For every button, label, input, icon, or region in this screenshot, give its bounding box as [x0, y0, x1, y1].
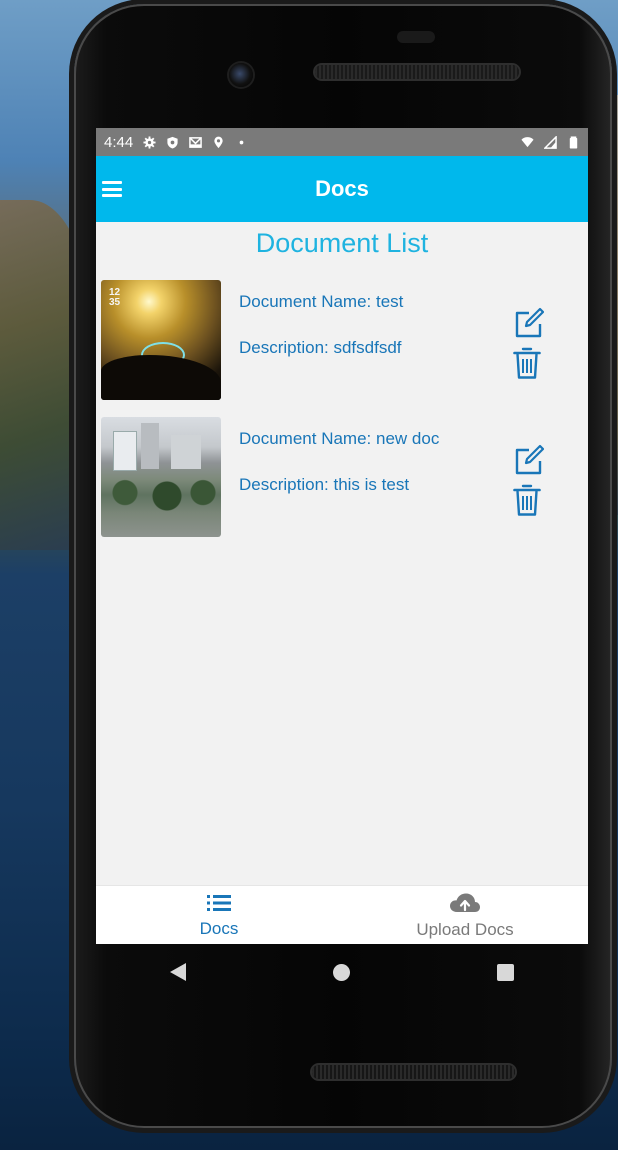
trash-icon[interactable] — [513, 483, 541, 517]
document-list: 12 35 Document Name: test Description: sd… — [96, 280, 588, 554]
tab-docs-label: Docs — [199, 918, 239, 938]
status-bar: 4:44 — [96, 128, 588, 156]
document-description: Description: sdfsdfsdf — [239, 338, 402, 357]
document-thumbnail[interactable] — [101, 417, 221, 537]
system-navigation-bar — [96, 944, 588, 1000]
document-card: Document Name: new doc Description: this… — [96, 417, 588, 554]
document-name: Document Name: new doc — [239, 429, 440, 448]
edit-icon[interactable] — [512, 307, 544, 339]
gear-icon — [143, 135, 156, 149]
back-icon[interactable] — [169, 963, 186, 981]
phone-screen: 4:44 Docs Document List 12 35 Document Na… — [96, 128, 588, 944]
document-name: Document Name: test — [239, 292, 404, 311]
hamburger-menu-icon[interactable] — [102, 181, 122, 197]
dot-icon — [239, 140, 244, 144]
signal-icon — [544, 135, 557, 149]
document-thumbnail[interactable]: 12 35 — [101, 280, 221, 400]
document-description: Description: this is test — [239, 475, 410, 494]
bottom-navigation: Docs Upload Docs — [96, 885, 588, 944]
earpiece-speaker — [315, 65, 519, 79]
proximity-sensor — [397, 31, 435, 43]
edit-icon[interactable] — [512, 444, 544, 476]
battery-icon — [569, 135, 578, 149]
app-bar: Docs — [96, 156, 588, 222]
status-time: 4:44 — [104, 133, 134, 151]
bottom-speaker — [312, 1065, 515, 1079]
wifi-icon — [521, 136, 534, 147]
tab-upload-docs[interactable]: Upload Docs — [342, 886, 588, 944]
app-title: Docs — [315, 176, 369, 201]
home-icon[interactable] — [332, 963, 350, 981]
tab-docs[interactable]: Docs — [96, 886, 342, 944]
tab-upload-docs-label: Upload Docs — [416, 919, 514, 939]
document-list-title: Document List — [255, 228, 429, 258]
mail-icon — [189, 136, 203, 148]
cloud-upload-icon — [450, 893, 480, 912]
shield-icon — [167, 136, 178, 149]
trash-icon[interactable] — [513, 346, 541, 380]
recent-apps-icon[interactable] — [497, 963, 515, 981]
document-card: 12 35 Document Name: test Description: sd… — [96, 280, 588, 417]
list-icon — [207, 894, 231, 911]
front-camera — [229, 63, 253, 87]
location-icon — [214, 136, 223, 148]
